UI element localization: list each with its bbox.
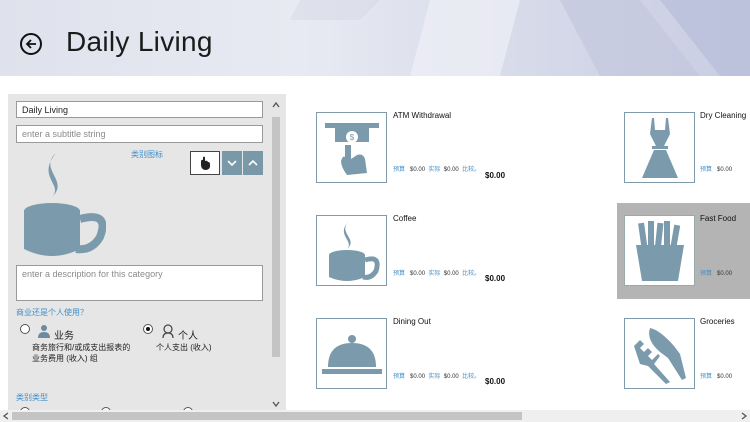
chevron-up-icon [248,159,258,166]
tile-name: ATM Withdrawal [393,111,452,120]
scroll-up-icon[interactable] [272,101,280,109]
usage-question: 商业还是个人使用？ [16,308,88,317]
cutlery-icon [633,327,686,384]
chevron-down-icon [227,160,237,167]
scroll-right-icon[interactable] [740,412,748,420]
business-label: 业务 [54,331,74,342]
tile-total: $0.00 [485,377,506,386]
tile-atm-withdrawal-image[interactable]: $ [316,112,387,183]
tile-amounts: 预算 $0.00 实际 $0.00 比较。 [393,167,481,173]
tile-amounts: 预算 $0.00 [700,167,733,173]
business-description: 商务旅行和/或成支出报表的业务费用 (收入) 组 [32,343,131,363]
atm-icon: $ [324,122,379,175]
personal-radio[interactable] [143,324,153,334]
coffee-icon [24,153,106,256]
category-edit-panel: Daily Living enter a subtitle string 类别图… [8,94,286,410]
page-header: Daily Living [0,0,750,76]
personal-label: 个人 [178,331,198,342]
fries-icon [635,220,684,281]
page-title: Daily Living [66,26,213,57]
tile-amounts: 预算 $0.00 [700,374,733,380]
arrow-left-icon [25,39,36,49]
tile-total: $0.00 [485,171,506,180]
tile-amounts: 预算 $0.00 实际 $0.00 比较。 [393,271,481,277]
tile-amounts: 预算 $0.00 [700,271,733,277]
panel-scroll-thumb[interactable] [272,117,280,357]
tile-fast-food-image[interactable] [624,215,695,286]
business-radio[interactable] [20,324,30,334]
scroll-down-icon[interactable] [272,400,280,408]
tile-coffee-image[interactable] [316,215,387,286]
description-input[interactable]: enter a description for this category [16,265,263,301]
tile-name: Dry Cleaning [700,111,747,120]
tile-groceries-image[interactable] [624,318,695,389]
category-type-label: 类别类型 [16,393,48,402]
icon-label: 类别图标 [131,150,163,159]
tile-name: Groceries [700,317,735,326]
tile-name: Coffee [393,214,417,223]
hand-icon [201,156,210,170]
svg-text:$: $ [349,133,354,142]
icon-prev-button[interactable] [243,151,263,175]
personal-person-icon [162,324,174,338]
cloche-icon [321,334,382,374]
tile-amounts: 预算 $0.00 实际 $0.00 比较。 [393,374,481,380]
business-person-icon [38,325,50,338]
tile-name: Dining Out [393,317,431,326]
subtitle-input[interactable]: enter a subtitle string [16,125,263,143]
horizontal-scroll-thumb[interactable] [12,412,522,420]
dress-icon [641,117,678,178]
title-input[interactable]: Daily Living [16,101,263,118]
back-button[interactable] [20,33,42,55]
tile-total: $0.00 [485,274,506,283]
coffee-icon [328,220,380,281]
tile-dry-cleaning-image[interactable] [624,112,695,183]
tile-name: Fast Food [700,214,737,223]
icon-picker[interactable] [190,151,220,175]
tile-dining-out-image[interactable] [316,318,387,389]
scroll-left-icon[interactable] [2,412,10,420]
icon-next-button[interactable] [222,151,242,175]
personal-description: 个人支出 (收入) [156,343,212,352]
